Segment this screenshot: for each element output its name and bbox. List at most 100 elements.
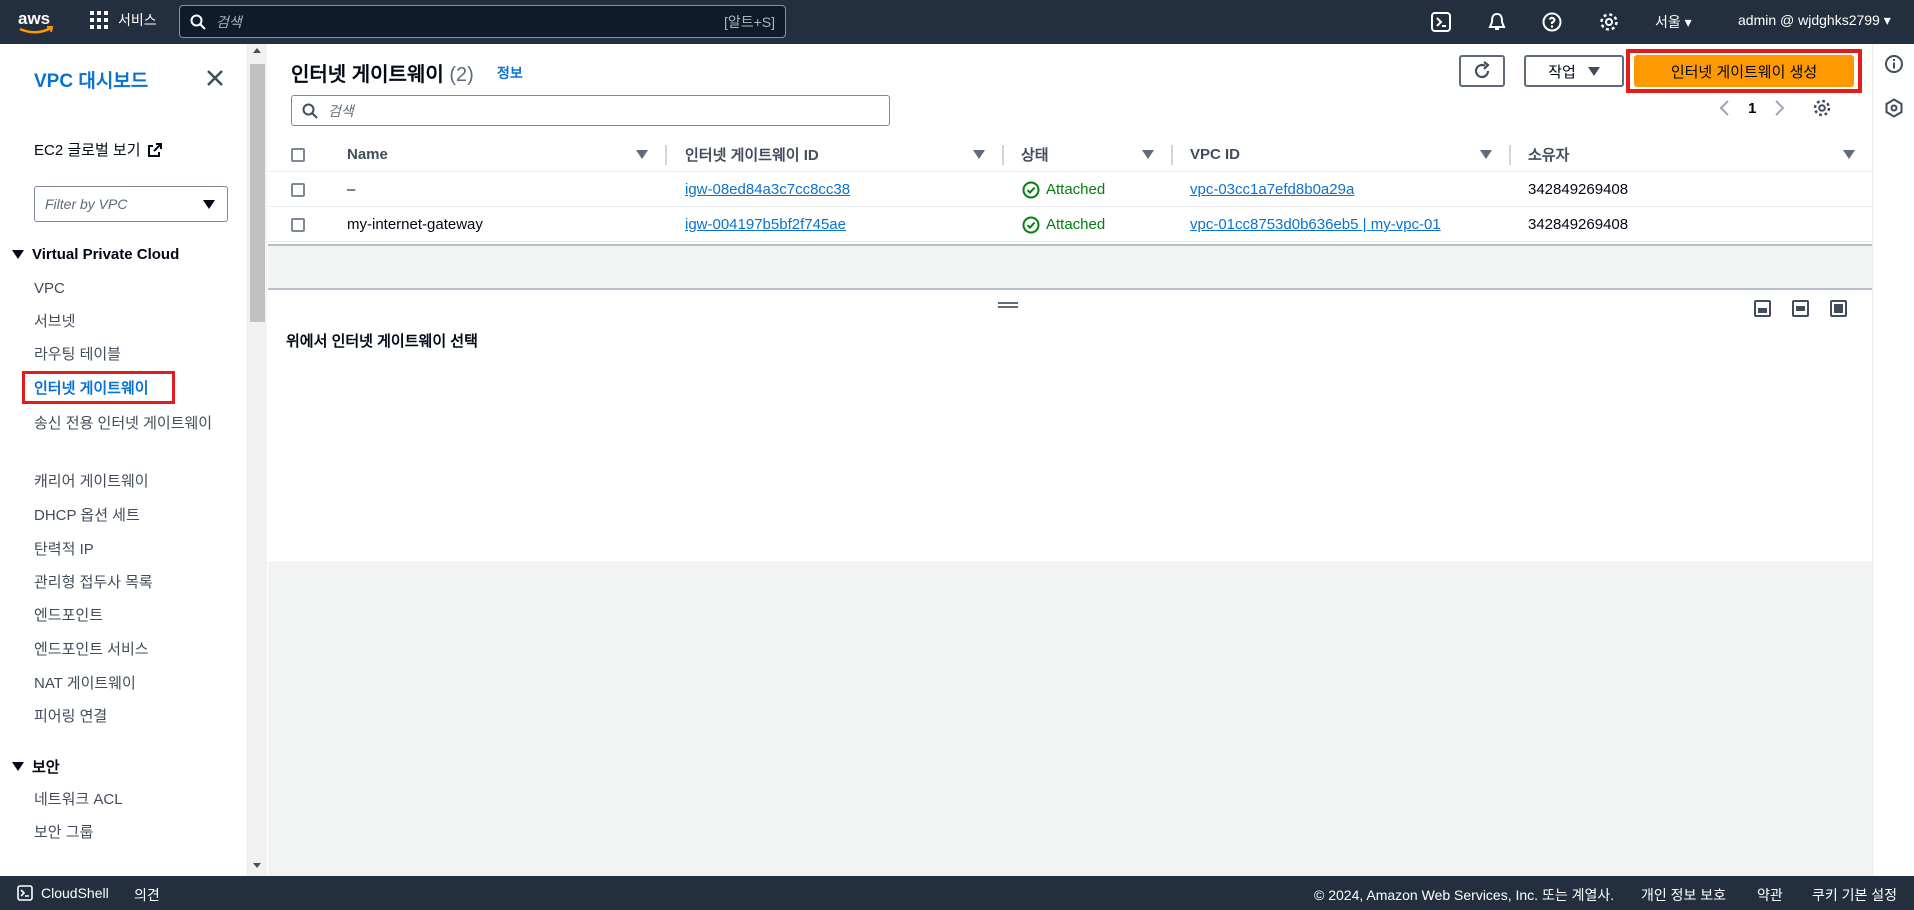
services-menu[interactable]: 서비스 <box>90 10 157 30</box>
row-checkbox-cell <box>291 207 305 242</box>
vpc-id-link[interactable]: vpc-01cc8753d0b636eb5 | my-vpc-01 <box>1190 216 1441 233</box>
chevron-right-icon[interactable] <box>1774 99 1786 117</box>
cell-igw-id: igw-08ed84a3c7cc8cc38 <box>685 172 850 207</box>
sort-icon[interactable] <box>636 137 648 172</box>
caret-down-icon <box>1587 66 1600 76</box>
internet-gateways-panel: 인터넷 게이트웨이 (2) 정보 작업 인터넷 게이트웨이 생성 검색 1 Na… <box>268 44 1872 244</box>
privacy-link[interactable]: 개인 정보 보호 <box>1641 885 1726 905</box>
split-panel-message: 위에서 인터넷 게이트웨이 선택 <box>286 333 478 350</box>
svg-text:aws: aws <box>18 9 50 28</box>
column-divider[interactable] <box>1002 145 1004 165</box>
panel-side-icon[interactable] <box>1792 300 1809 317</box>
cell-state: Attached <box>1022 172 1105 207</box>
search-placeholder: 검색 <box>216 13 242 30</box>
global-search-input[interactable]: 검색 [알트+S] <box>179 5 786 38</box>
cell-owner: 342849269408 <box>1528 216 1629 233</box>
cell-vpc-id: vpc-01cc8753d0b636eb5 | my-vpc-01 <box>1190 207 1441 242</box>
copyright-text: © 2024, Amazon Web Services, Inc. 또는 계열사… <box>1314 887 1615 903</box>
section-label: Virtual Private Cloud <box>32 246 180 263</box>
column-header-igw-id[interactable]: 인터넷 게이트웨이 ID <box>685 137 819 172</box>
vpc-filter-select[interactable]: Filter by VPC <box>34 186 228 222</box>
sidebar-item-subnets[interactable]: 서브넷 <box>34 311 214 333</box>
sidebar-title[interactable]: VPC 대시보드 <box>34 66 148 93</box>
sidebar-item-egress-only-gateways[interactable]: 송신 전용 인터넷 게이트웨이 <box>34 413 219 435</box>
column-divider[interactable] <box>1509 145 1511 165</box>
sidebar-item-endpoint-services[interactable]: 엔드포인트 서비스 <box>34 639 214 661</box>
table-row[interactable]: my-internet-gateway igw-004197b5bf2f745a… <box>268 207 1872 242</box>
close-icon[interactable] <box>205 68 225 88</box>
feedback-link[interactable]: 의견 <box>134 885 160 905</box>
sidebar-item-nat-gateways[interactable]: NAT 게이트웨이 <box>34 673 214 695</box>
help-icon[interactable] <box>1541 11 1563 33</box>
page-title: 인터넷 게이트웨이 (2) <box>291 58 474 87</box>
info-link[interactable]: 정보 <box>497 63 523 83</box>
cell-igw-id: igw-004197b5bf2f745ae <box>685 207 846 242</box>
sort-icon[interactable] <box>1480 137 1492 172</box>
chevron-left-icon[interactable] <box>1718 99 1730 117</box>
panel-bottom-icon[interactable] <box>1754 300 1771 317</box>
notifications-icon[interactable] <box>1486 11 1508 33</box>
vpc-id-link[interactable]: vpc-03cc1a7efd8b0a29a <box>1190 181 1354 198</box>
cookie-preferences-link[interactable]: 쿠키 기본 설정 <box>1812 885 1897 905</box>
panel-full-icon[interactable] <box>1830 300 1847 317</box>
row-checkbox-cell <box>291 172 305 207</box>
sort-icon[interactable] <box>973 137 985 172</box>
top-navigation: aws 서비스 검색 [알트+S] 서울 ▾ admin @ wjdghks27… <box>0 0 1914 44</box>
select-all-checkbox[interactable] <box>291 147 305 162</box>
sidebar-item-peering-connections[interactable]: 피어링 연결 <box>34 706 214 728</box>
terminal-icon <box>17 885 33 901</box>
region-selector[interactable]: 서울 ▾ <box>1655 12 1692 32</box>
sort-icon[interactable] <box>1843 137 1855 172</box>
sidebar-item-vpc[interactable]: VPC <box>34 278 214 300</box>
cell-vpc-id: vpc-03cc1a7efd8b0a29a <box>1190 172 1354 207</box>
gear-icon[interactable] <box>1812 98 1832 118</box>
caret-down-icon <box>203 200 215 209</box>
table-header: Name 인터넷 게이트웨이 ID 상태 VPC ID 소유자 <box>268 137 1872 172</box>
scroll-down-icon[interactable] <box>252 862 262 870</box>
section-security[interactable]: 보안 <box>12 756 60 777</box>
refresh-icon <box>1474 61 1490 79</box>
cloudshell-icon[interactable] <box>1430 11 1452 33</box>
info-icon[interactable] <box>1884 54 1904 74</box>
drag-handle-icon[interactable] <box>998 302 1018 308</box>
section-virtual-private-cloud[interactable]: Virtual Private Cloud <box>12 246 179 263</box>
column-header-owner[interactable]: 소유자 <box>1528 137 1569 172</box>
settings-icon[interactable] <box>1598 11 1620 33</box>
column-header-vpc-id[interactable]: VPC ID <box>1190 137 1240 172</box>
sidebar-item-security-groups[interactable]: 보안 그룹 <box>34 822 214 844</box>
sidebar-item-network-acls[interactable]: 네트워크 ACL <box>34 789 214 811</box>
sidebar-item-managed-prefix-lists[interactable]: 관리형 접두사 목록 <box>34 572 214 594</box>
table-search-input[interactable]: 검색 <box>291 95 890 126</box>
sidebar-item-endpoints[interactable]: 엔드포인트 <box>34 605 214 627</box>
cloudshell-button[interactable]: CloudShell <box>17 885 109 901</box>
caret-down-icon: ▾ <box>1684 14 1692 30</box>
expand-triangle-icon <box>12 762 24 771</box>
account-label: admin @ wjdghks2799 <box>1738 12 1880 28</box>
sidebar-item-route-tables[interactable]: 라우팅 테이블 <box>34 344 214 366</box>
terms-link[interactable]: 약관 <box>1757 885 1783 905</box>
sidebar-scrollbar[interactable] <box>248 44 267 876</box>
column-header-name[interactable]: Name <box>347 137 388 172</box>
sidebar-item-carrier-gateways[interactable]: 캐리어 게이트웨이 <box>34 471 214 493</box>
ec2-global-view-link[interactable]: EC2 글로벌 보기 <box>34 139 163 160</box>
sort-icon[interactable] <box>1142 137 1154 172</box>
sidebar-item-elastic-ips[interactable]: 탄력적 IP <box>34 539 214 561</box>
current-page[interactable]: 1 <box>1748 100 1756 117</box>
row-checkbox[interactable] <box>291 217 305 232</box>
refresh-button[interactable] <box>1459 55 1505 87</box>
aws-logo[interactable]: aws <box>16 8 56 36</box>
hexagon-icon[interactable] <box>1884 98 1904 118</box>
table-row[interactable]: – igw-08ed84a3c7cc8cc38 Attached vpc-03c… <box>268 172 1872 207</box>
sidebar-item-dhcp-option-sets[interactable]: DHCP 옵션 세트 <box>34 505 214 527</box>
actions-button[interactable]: 작업 <box>1524 55 1624 87</box>
column-header-state[interactable]: 상태 <box>1021 137 1049 172</box>
account-menu[interactable]: admin @ wjdghks2799 ▾ <box>1738 12 1891 29</box>
scrollbar-thumb[interactable] <box>250 64 265 322</box>
row-checkbox[interactable] <box>291 182 305 197</box>
igw-id-link[interactable]: igw-08ed84a3c7cc8cc38 <box>685 181 850 198</box>
scroll-up-icon[interactable] <box>252 46 262 54</box>
cell-name: my-internet-gateway <box>347 216 483 233</box>
column-divider[interactable] <box>1171 145 1173 165</box>
column-divider[interactable] <box>665 145 667 165</box>
igw-id-link[interactable]: igw-004197b5bf2f745ae <box>685 216 846 233</box>
